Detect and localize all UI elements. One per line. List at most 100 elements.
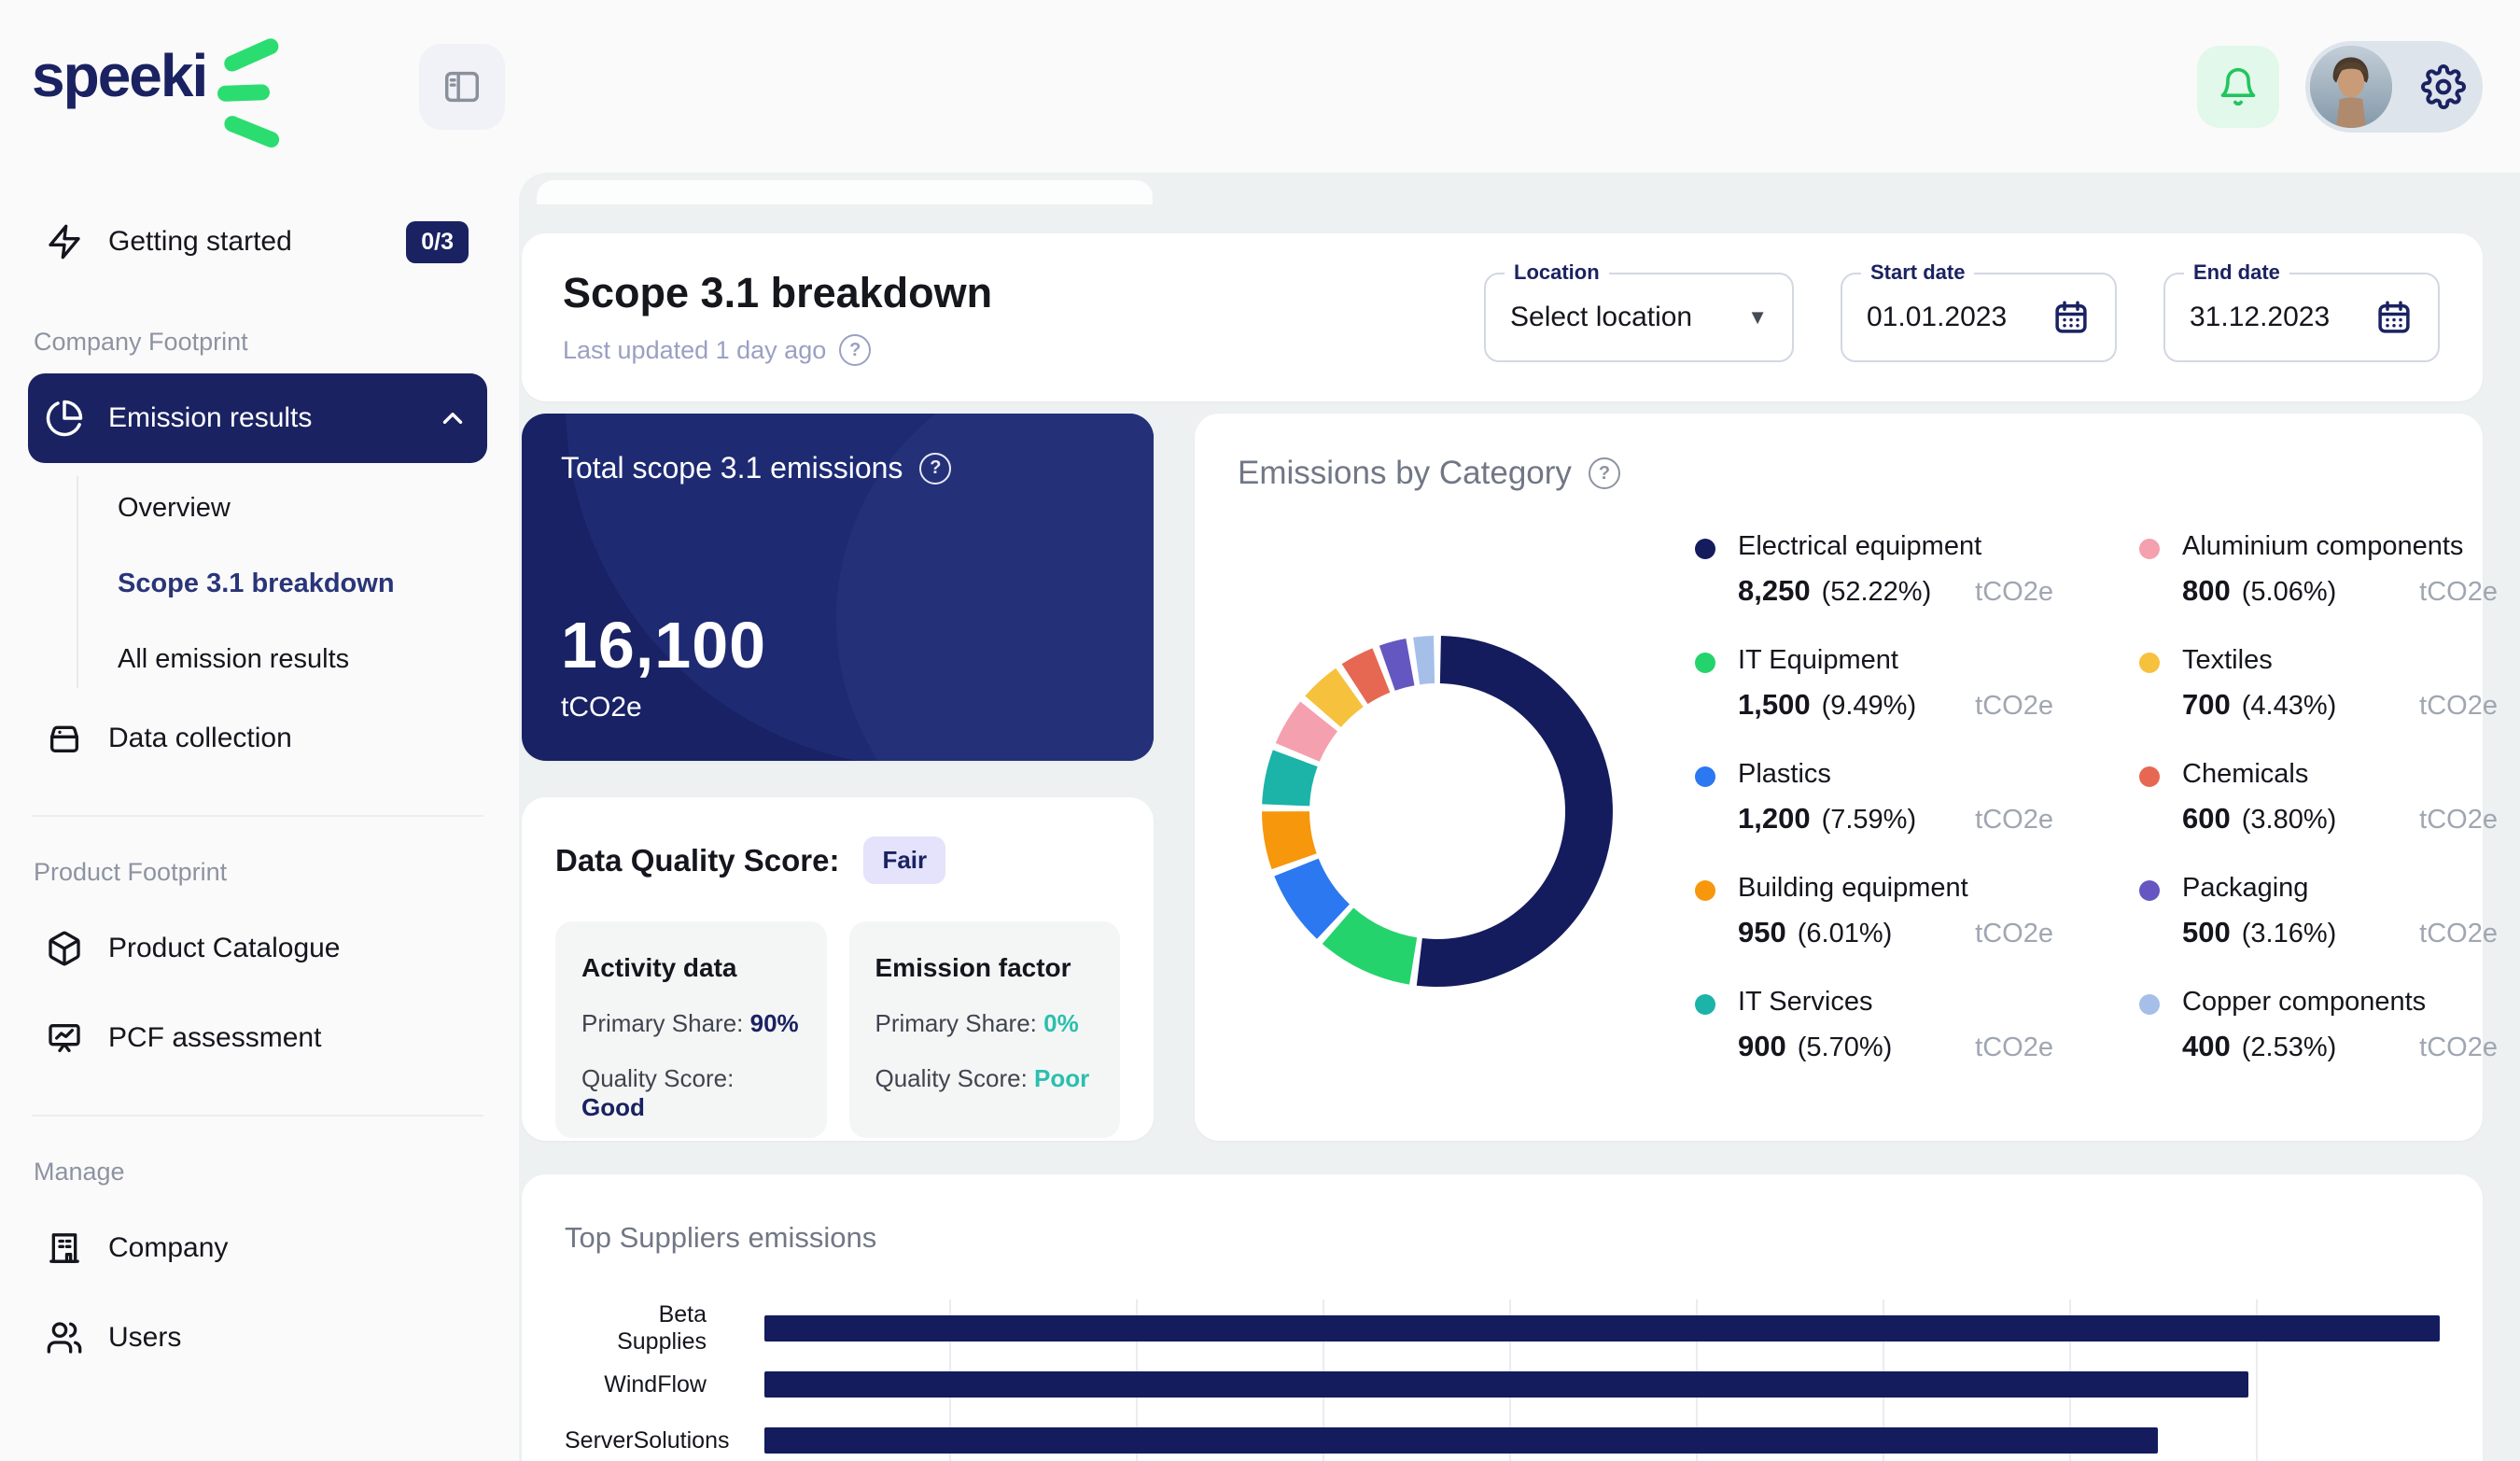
legend-value-line: 800(5.06%)tCO2e [2182,574,2520,608]
supplier-bar[interactable] [764,1371,2248,1398]
supplier-bar[interactable] [764,1315,2440,1342]
pie-chart-icon [45,399,84,438]
sidebar-item-label: Data collection [108,723,292,754]
sidebar-subitem-overview[interactable]: Overview [118,493,487,524]
users-icon [45,1318,84,1357]
donut-slice[interactable] [1323,907,1417,984]
gear-icon[interactable] [2421,64,2466,109]
total-emissions-title: Total scope 3.1 emissions [561,451,903,485]
section-label-company-footprint: Company Footprint [34,328,487,357]
speeki-logo[interactable]: speeki [32,29,309,145]
supplier-bar[interactable] [764,1427,2158,1454]
start-date-label: Start date [1861,260,1974,285]
legend-text: Electrical equipment8,250(52.22%)tCO2e [1738,531,2096,645]
legend-label: IT Equipment [1738,645,2096,676]
user-menu[interactable] [2305,41,2483,133]
location-select[interactable]: Location Select location ▼ [1484,273,1794,362]
chevron-up-icon [437,402,469,434]
notifications-button[interactable] [2197,46,2279,128]
legend-value: 950 [1738,916,1786,949]
legend-value: 1,500 [1738,688,1811,722]
legend-dot-icon [2139,880,2160,901]
emissions-by-category-title-row: Emissions by Category ? [1238,455,2440,492]
caret-down-icon: ▼ [1747,305,1768,330]
top-suppliers-bar-chart[interactable]: Beta SuppliesWindFlowServerSolutions [565,1311,2440,1458]
legend-percent: (4.43%) [2242,691,2337,722]
category-legend: Electrical equipment8,250(52.22%)tCO2eIT… [1695,531,2520,1101]
activity-primary-share: Primary Share: 90% [581,1009,801,1038]
building-icon [45,1229,84,1268]
legend-value: 500 [2182,916,2231,949]
supplier-bar-row: WindFlow [565,1367,2440,1402]
start-date-input[interactable]: Start date 01.01.2023 [1841,273,2117,362]
donut-slice[interactable] [1413,636,1435,684]
legend-dot-icon [2139,539,2160,559]
legend-value-line: 400(2.53%)tCO2e [2182,1030,2520,1063]
end-date-input[interactable]: End date 31.12.2023 [2163,273,2440,362]
legend-item: IT Equipment1,500(9.49%)tCO2e [1695,645,2096,759]
legend-percent: (2.53%) [2242,1033,2337,1063]
sidebar-subitem-scope-breakdown[interactable]: Scope 3.1 breakdown [118,569,487,599]
question-circle-icon[interactable]: ? [919,453,951,485]
donut-slice[interactable] [1417,636,1613,987]
sidebar-item-company[interactable]: Company [28,1203,487,1293]
activity-data-title: Activity data [581,953,801,983]
legend-dot-icon [2139,766,2160,787]
calendar-icon[interactable] [2051,298,2091,337]
legend-percent: (9.49%) [1822,691,1917,722]
legend-percent: (7.59%) [1822,805,1917,836]
legend-percent: (6.01%) [1798,919,1893,949]
page-title: Scope 3.1 breakdown [563,269,992,317]
legend-percent: (5.06%) [2242,577,2337,608]
top-suppliers-card: Top Suppliers emissions Beta SuppliesWin… [522,1174,2483,1461]
primary-share-value: 90% [750,1009,799,1037]
legend-text: Chemicals600(3.80%)tCO2e [2182,759,2520,873]
category-donut-chart[interactable] [1247,621,1628,1002]
legend-value-line: 950(6.01%)tCO2e [1738,916,2096,949]
donut-slice[interactable] [1262,750,1317,806]
calendar-icon[interactable] [2374,298,2414,337]
sidebar-item-product-catalogue[interactable]: Product Catalogue [28,904,487,993]
avatar[interactable] [2310,46,2392,128]
sidebar-subitem-all-results[interactable]: All emission results [118,644,487,675]
supplier-bar-row: Beta Supplies [565,1311,2440,1346]
sidebar-toggle-button[interactable] [419,44,505,130]
sidebar-item-getting-started[interactable]: Getting started 0/3 [28,197,487,287]
sidebar: Getting started 0/3 Company Footprint Em… [0,173,519,1461]
donut-slice[interactable] [1262,811,1317,869]
legend-unit: tCO2e [2419,691,2520,722]
question-circle-icon[interactable]: ? [839,334,871,366]
primary-share-label: Primary Share: [581,1009,743,1037]
legend-label: Electrical equipment [1738,531,2096,562]
legend-dot-icon [1695,539,1715,559]
sidebar-item-data-collection[interactable]: Data collection [28,694,487,783]
lightning-icon [45,222,84,261]
question-circle-icon[interactable]: ? [1589,457,1620,489]
total-emissions-value: 16,100 [561,608,1114,682]
legend-text: Plastics1,200(7.59%)tCO2e [1738,759,2096,873]
legend-dot-icon [2139,994,2160,1015]
main-content: Scope 3.1 breakdown Last updated 1 day a… [519,173,2520,1461]
bar-track [764,1371,2440,1398]
legend-dot-icon [1695,766,1715,787]
location-value: Select location [1510,302,1692,333]
legend-item: Copper components400(2.53%)tCO2e [2139,987,2520,1101]
factor-quality-score: Quality Score: Poor [875,1064,1095,1093]
sidebar-item-pcf-assessment[interactable]: PCF assessment [28,993,487,1083]
section-label-manage: Manage [34,1158,487,1187]
last-updated: Last updated 1 day ago ? [563,334,992,366]
legend-percent: (3.16%) [2242,919,2337,949]
bar-track [764,1315,2440,1342]
legend-text: Copper components400(2.53%)tCO2e [2182,987,2520,1101]
legend-item: Electrical equipment8,250(52.22%)tCO2e [1695,531,2096,645]
data-quality-panels: Activity data Primary Share: 90% Quality… [555,921,1120,1138]
sidebar-divider [32,1115,483,1117]
scrolled-card-edge [537,180,1153,204]
data-quality-title: Data Quality Score: [555,843,839,878]
legend-percent: (52.22%) [1822,577,1932,608]
legend-item: Packaging500(3.16%)tCO2e [2139,873,2520,987]
sidebar-item-users[interactable]: Users [28,1293,487,1383]
emission-factor-title: Emission factor [875,953,1095,983]
filters: Location Select location ▼ Start date 01… [1484,273,2440,362]
sidebar-item-emission-results[interactable]: Emission results [28,373,487,463]
